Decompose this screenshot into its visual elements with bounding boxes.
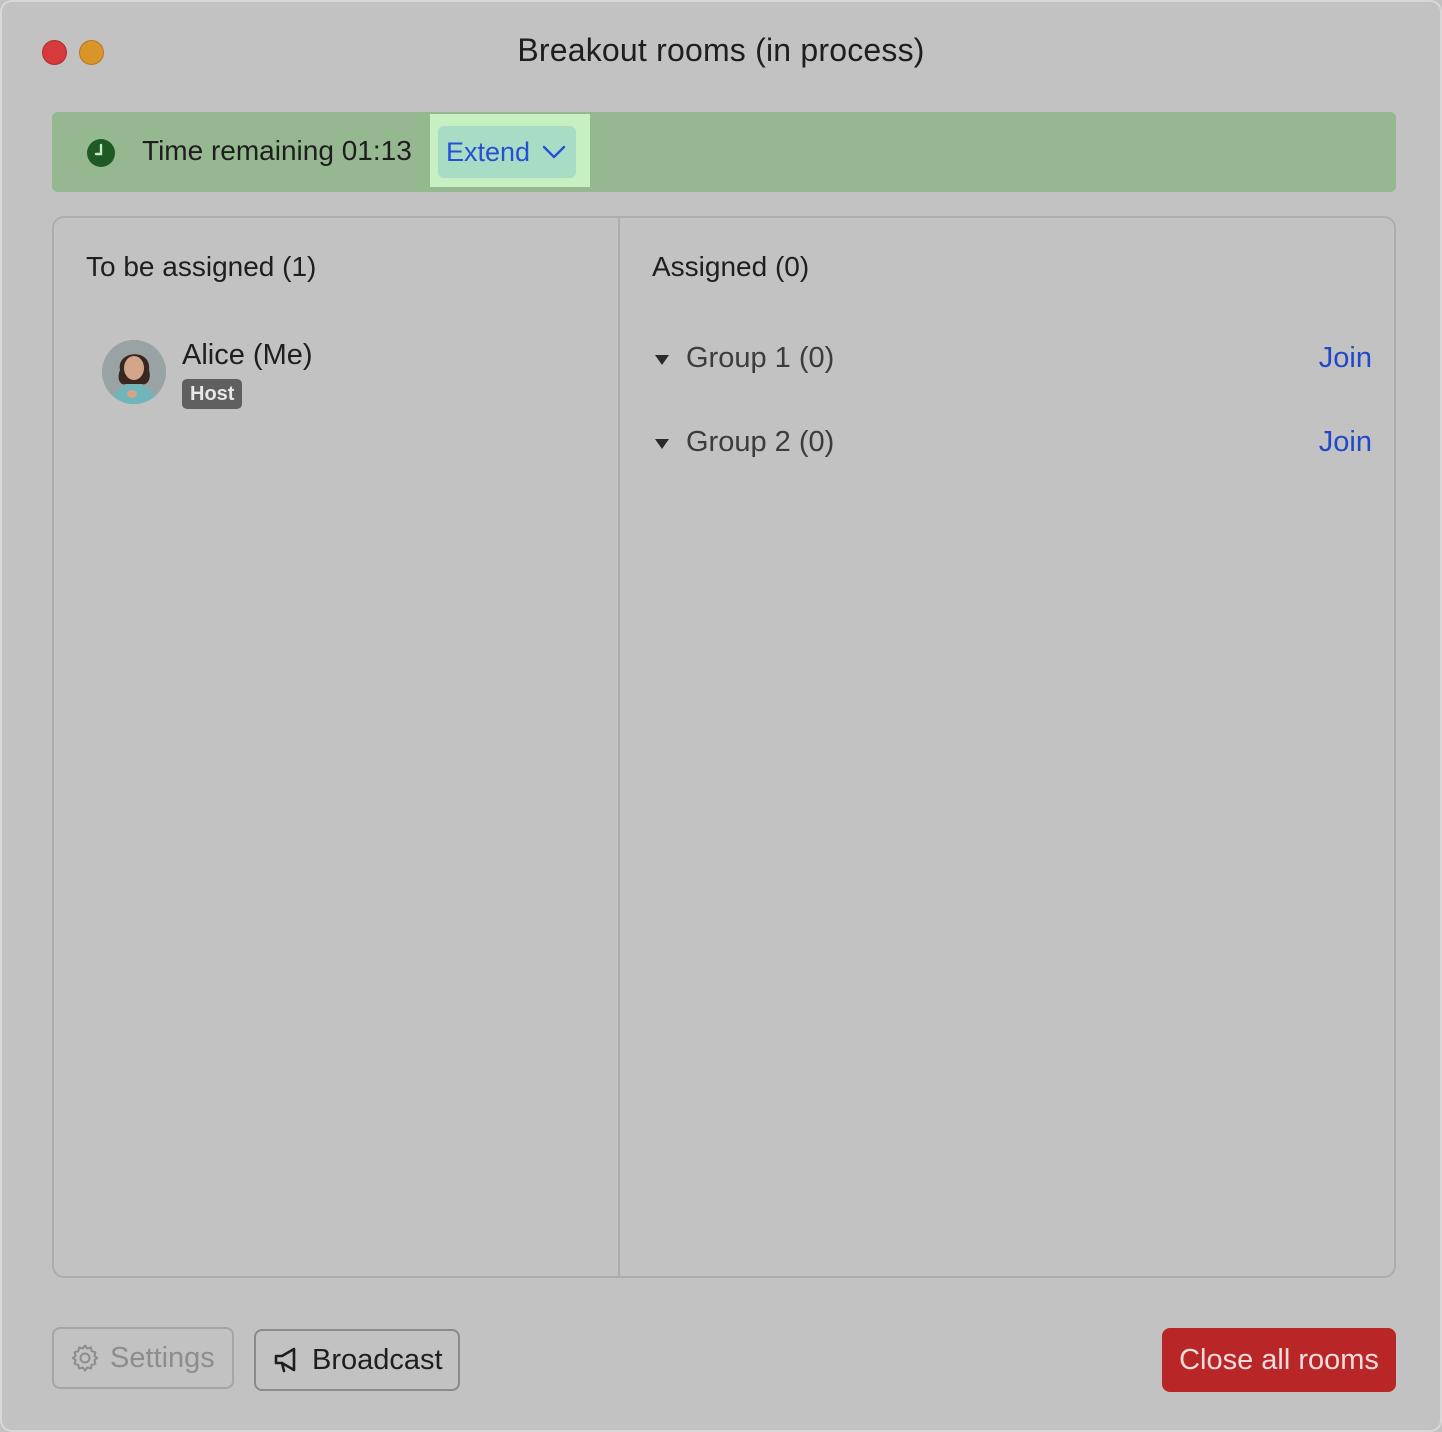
settings-button[interactable]: Settings <box>52 1327 234 1389</box>
assigned-heading: Assigned (0) <box>652 251 810 282</box>
join-group-2-button[interactable]: Join <box>1319 426 1372 459</box>
broadcast-label: Broadcast <box>312 1343 443 1376</box>
group-label: Group 2 (0) <box>686 426 835 458</box>
chevron-down-icon <box>542 145 566 159</box>
gear-icon <box>71 1344 99 1372</box>
caret-down-icon[interactable] <box>654 354 670 366</box>
avatar <box>102 340 166 404</box>
close-all-rooms-button[interactable]: Close all rooms <box>1162 1328 1396 1392</box>
settings-label: Settings <box>110 1341 215 1374</box>
extend-button[interactable]: Extend <box>438 126 576 178</box>
unassigned-heading: To be assigned (1) <box>86 251 317 282</box>
window-title: Breakout rooms (in process) <box>517 32 925 68</box>
group-label: Group 1 (0) <box>686 342 835 374</box>
broadcast-button[interactable]: Broadcast <box>254 1329 460 1391</box>
host-badge: Host <box>182 379 243 409</box>
join-group-1-button[interactable]: Join <box>1319 342 1372 375</box>
close-all-rooms-label: Close all rooms <box>1179 1343 1379 1376</box>
megaphone-icon <box>274 1347 296 1373</box>
panel-divider <box>618 217 620 1277</box>
group-row[interactable]: Group 2 (0) Join <box>652 424 1372 464</box>
extend-label: Extend <box>446 136 531 167</box>
caret-down-icon[interactable] <box>654 438 670 450</box>
time-remaining-label: Time remaining 01:13 <box>142 135 412 166</box>
breakout-rooms-window: Breakout rooms (in process) Time remaini… <box>0 0 1442 1432</box>
group-row[interactable]: Group 1 (0) Join <box>652 340 1372 380</box>
clock-icon <box>87 139 115 167</box>
avatar-image <box>102 340 166 404</box>
participant-name: Alice (Me) <box>182 339 313 371</box>
